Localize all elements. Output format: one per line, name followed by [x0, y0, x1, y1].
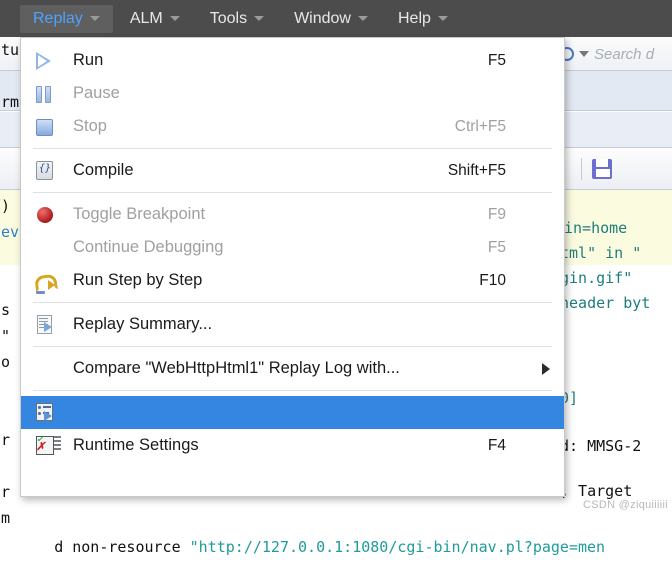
- menubar-item-label: Tools: [210, 5, 247, 33]
- log-url-prefix: d non-resource: [54, 538, 189, 556]
- compile-script-icon: [33, 158, 63, 184]
- log-code-line-1: in=home: [564, 216, 627, 241]
- menu-item-shortcut: F4: [488, 437, 554, 455]
- chevron-down-icon: [254, 16, 264, 21]
- watermark-text: CSDN @ziquiiiiii: [583, 499, 668, 511]
- sliver-row: rm: [0, 89, 20, 115]
- menu-separator: [33, 302, 552, 303]
- menu-item-label: Toggle Breakpoint: [63, 205, 488, 224]
- sliver-row: s: [0, 297, 20, 323]
- menu-item-test-results[interactable]: ✓✗ Runtime Settings F4: [21, 429, 564, 462]
- pause-icon: [33, 81, 63, 107]
- menubar-item-label: Window: [294, 5, 351, 33]
- no-icon: [33, 235, 63, 261]
- menu-item-label: Run Step by Step: [63, 271, 479, 290]
- stop-square-icon: [33, 114, 63, 140]
- menu-item-run[interactable]: Run F5: [21, 44, 564, 77]
- menu-item-label: Compare "WebHttpHtml1" Replay Log with..…: [63, 359, 506, 378]
- replay-summary-doc-icon: [33, 312, 63, 338]
- submenu-arrow-icon: [542, 363, 550, 375]
- log-msgid-text: d: MMSG-2: [560, 434, 641, 459]
- menu-separator: [33, 148, 552, 149]
- menu-item-label: Replay Summary...: [63, 315, 506, 334]
- menu-item-stop[interactable]: Stop Ctrl+F5: [21, 110, 564, 143]
- menu-item-run-step-by-step[interactable]: Run Step by Step F10: [21, 264, 564, 297]
- menubar-item-label: Replay: [33, 5, 83, 33]
- menubar-item-window[interactable]: Window: [281, 5, 381, 33]
- menubar-item-replay[interactable]: Replay: [20, 5, 113, 33]
- menu-item-label: Runtime Settings: [63, 436, 488, 455]
- menu-item-replay-summary[interactable]: Replay Summary...: [21, 308, 564, 341]
- sliver-row: [0, 63, 20, 89]
- menubar-item-alm[interactable]: ALM: [117, 5, 193, 33]
- log-url-value: "http://127.0.0.1:1080/cgi-bin/nav.pl?pa…: [190, 538, 605, 556]
- sliver-row: [0, 375, 20, 401]
- sliver-row: [0, 453, 20, 479]
- floppy-save-icon[interactable]: [592, 159, 612, 179]
- chevron-down-icon[interactable]: [579, 51, 589, 57]
- test-results-icon: ✓✗: [33, 433, 63, 459]
- menu-item-shortcut: F5: [488, 239, 554, 257]
- chevron-down-icon: [438, 16, 448, 21]
- run-play-icon: [33, 48, 63, 74]
- sliver-row: [0, 245, 20, 271]
- menu-item-runtime-settings[interactable]: [21, 396, 564, 429]
- sliver-row: [0, 401, 20, 427]
- menu-item-label: Stop: [63, 117, 455, 136]
- chevron-down-icon: [170, 16, 180, 21]
- sliver-row: [0, 141, 20, 167]
- menu-separator: [33, 346, 552, 347]
- menu-item-label: Compile: [63, 161, 448, 180]
- sliver-row: [0, 115, 20, 141]
- menu-item-continue-debugging[interactable]: Continue Debugging F5: [21, 231, 564, 264]
- sliver-row: [0, 167, 20, 193]
- menu-item-label: Pause: [63, 84, 506, 103]
- left-edge-sliver: tu rm ) ev s " o r r m i d: [0, 37, 20, 533]
- sliver-row: [0, 271, 20, 297]
- menu-item-compile[interactable]: Compile Shift+F5: [21, 154, 564, 187]
- menu-item-shortcut: F5: [488, 52, 554, 70]
- menubar-item-label: ALM: [130, 5, 163, 33]
- menu-item-shortcut: F10: [479, 272, 554, 290]
- menubar-item-tools[interactable]: Tools: [197, 5, 277, 33]
- log-url-text: d non-resource "http://127.0.0.1:1080/cg…: [0, 508, 605, 586]
- sliver-row: tu: [0, 37, 20, 63]
- sliver-row: ): [0, 193, 20, 219]
- sliver-row: ev: [0, 219, 20, 245]
- step-over-arrow-icon: [33, 268, 63, 294]
- chevron-down-icon: [90, 16, 100, 21]
- menu-item-shortcut: Ctrl+F5: [455, 118, 554, 136]
- menu-item-shortcut: Shift+F5: [448, 162, 554, 180]
- sliver-row: m: [0, 505, 20, 531]
- sliver-row: o: [0, 349, 20, 375]
- search-box[interactable]: Search d: [554, 41, 672, 67]
- log-code-line-3: gin.gif": [560, 266, 632, 291]
- replay-dropdown-menu[interactable]: Run F5 Pause Stop Ctrl+F5 Compile Shift+…: [20, 37, 565, 497]
- menu-bar[interactable]: Replay ALM Tools Window Help: [0, 0, 672, 37]
- sliver-row: r: [0, 427, 20, 453]
- search-input[interactable]: Search d: [594, 46, 654, 63]
- menu-item-label: Continue Debugging: [63, 238, 488, 257]
- sliver-row: ": [0, 323, 20, 349]
- menubar-item-help[interactable]: Help: [385, 5, 461, 33]
- sliver-row: r: [0, 479, 20, 505]
- chevron-down-icon: [358, 16, 368, 21]
- toolbar-separator: [581, 158, 582, 180]
- menu-separator: [33, 390, 552, 391]
- menu-item-label: Run: [63, 51, 488, 70]
- menu-item-shortcut: F9: [488, 206, 554, 224]
- runtime-settings-icon: [33, 400, 63, 426]
- breakpoint-dot-icon: [33, 202, 63, 228]
- no-icon: [33, 356, 63, 382]
- log-code-line-4: header byt: [560, 291, 650, 316]
- menu-item-pause[interactable]: Pause: [21, 77, 564, 110]
- menu-item-compare-replay-log[interactable]: Compare "WebHttpHtml1" Replay Log with..…: [21, 352, 564, 385]
- log-code-line-2: tml" in ": [560, 241, 641, 266]
- menubar-item-label: Help: [398, 5, 431, 33]
- menu-separator: [33, 192, 552, 193]
- menu-item-toggle-breakpoint[interactable]: Toggle Breakpoint F9: [21, 198, 564, 231]
